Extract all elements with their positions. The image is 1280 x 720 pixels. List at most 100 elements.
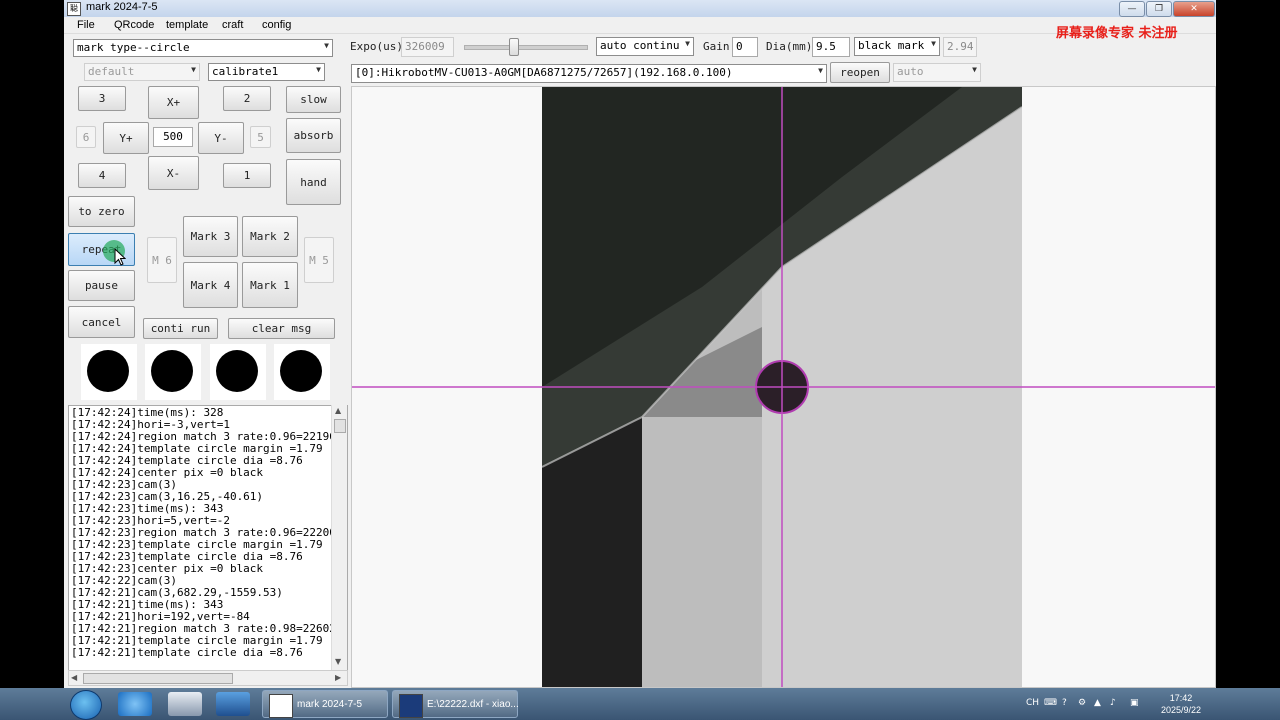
scroll-thumb[interactable]	[334, 419, 346, 433]
mark-1-button[interactable]: Mark 1	[242, 262, 298, 308]
circle-mark-icon	[87, 350, 129, 392]
dropdown-arrow-icon: ▼	[316, 65, 321, 74]
taskbar-task-mark[interactable]: mark 2024-7-5	[262, 690, 388, 718]
crosshair-overlay	[352, 87, 1215, 687]
menu-config[interactable]: config	[262, 19, 291, 31]
volume-icon[interactable]: ♪	[1110, 698, 1116, 708]
profile-value: default	[88, 65, 135, 78]
scroll-left-icon[interactable]: ◀	[71, 673, 77, 682]
scroll-up-icon[interactable]: ▲	[335, 406, 341, 415]
jog-4-button[interactable]: 4	[78, 163, 126, 188]
mark-color-select[interactable]: black mark ▼	[854, 37, 940, 56]
cancel-button[interactable]: cancel	[68, 306, 135, 338]
language-indicator[interactable]: CH	[1026, 698, 1039, 708]
menu-qrcode[interactable]: QRcode	[114, 19, 154, 31]
explorer-icon[interactable]	[168, 692, 202, 716]
circle-mark-icon	[280, 350, 322, 392]
menu-bar: File QRcode template craft config	[64, 17, 1216, 34]
dropdown-arrow-icon: ▼	[324, 41, 329, 50]
slow-button[interactable]: slow	[286, 86, 341, 113]
start-button[interactable]	[70, 690, 102, 720]
scroll-down-icon[interactable]: ▼	[335, 657, 341, 666]
mark-2-button[interactable]: Mark 2	[242, 216, 298, 257]
clock-date: 2025/9/22	[1160, 705, 1202, 715]
dropdown-arrow-icon: ▼	[972, 65, 977, 74]
clock-time: 17:42	[1169, 693, 1193, 703]
step-input[interactable]: 500	[153, 127, 193, 147]
jog-2-button[interactable]: 2	[223, 86, 271, 111]
mark-type-value: mark type--circle	[77, 41, 190, 54]
expo-slider-track[interactable]	[464, 45, 588, 50]
trigger-mode-value: auto	[897, 65, 924, 78]
window-title: mark 2024-7-5	[86, 1, 158, 13]
jog-1-button[interactable]: 1	[223, 163, 271, 188]
circle-mark-icon	[216, 350, 258, 392]
y-plus-button[interactable]: Y+	[103, 122, 149, 154]
taskbar-clock[interactable]: 17:42 2025/9/22	[1150, 692, 1212, 716]
mark-3-button[interactable]: Mark 3	[183, 216, 238, 257]
y-minus-button[interactable]: Y-	[198, 122, 244, 154]
clear-msg-button[interactable]: clear msg	[228, 318, 335, 339]
keyboard-icon[interactable]: ⌨	[1044, 698, 1057, 708]
calibrate-select[interactable]: calibrate1 ▼	[208, 63, 325, 81]
close-button[interactable]: ✕	[1173, 1, 1215, 17]
recorder-watermark: 屏幕录像专家 未注册	[1056, 26, 1178, 41]
pause-button[interactable]: pause	[68, 270, 135, 301]
dropdown-arrow-icon: ▼	[818, 66, 823, 75]
message-log[interactable]: [17:42:24]time(ms): 328 [17:42:24]hori=-…	[68, 405, 348, 672]
ie-icon[interactable]	[118, 692, 152, 716]
cad-app-icon	[399, 694, 423, 718]
ratio-readout: 2.94	[943, 37, 977, 57]
profile-select: default ▼	[84, 63, 200, 81]
camera-view[interactable]	[351, 86, 1216, 688]
jog-6-button: 6	[76, 126, 96, 148]
expo-slider-thumb[interactable]	[509, 38, 519, 56]
menu-craft[interactable]: craft	[222, 19, 243, 31]
acquisition-mode-select[interactable]: auto continu ▼	[596, 37, 694, 56]
camera-device-value: [0]:HikrobotMV-CU013-A0GM[DA6871275/7265…	[355, 66, 733, 79]
mark-4-button[interactable]: Mark 4	[183, 262, 238, 308]
app-icon	[269, 694, 293, 718]
gain-input[interactable]: 0	[732, 37, 758, 57]
m6-button: M 6	[147, 237, 177, 283]
reopen-button[interactable]: reopen	[830, 62, 890, 83]
absorb-button[interactable]: absorb	[286, 118, 341, 153]
mark-thumbnail	[81, 344, 137, 400]
maximize-button[interactable]: ❐	[1146, 1, 1172, 17]
mark-type-select[interactable]: mark type--circle ▼	[73, 39, 333, 57]
network-icon[interactable]: ▣	[1130, 698, 1139, 708]
hand-button[interactable]: hand	[286, 159, 341, 205]
scroll-thumb[interactable]	[83, 673, 233, 684]
minimize-button[interactable]: —	[1119, 1, 1145, 17]
mark-thumbnail	[145, 344, 201, 400]
log-vertical-scrollbar[interactable]: ▲ ▼	[331, 405, 347, 670]
camera-device-select[interactable]: [0]:HikrobotMV-CU013-A0GM[DA6871275/7265…	[351, 64, 827, 83]
mark-thumbnail	[210, 344, 266, 400]
taskbar-task-cad[interactable]: E:\22222.dxf - xiao...	[392, 690, 519, 718]
to-zero-button[interactable]: to zero	[68, 196, 135, 227]
acquisition-mode-value: auto continu	[600, 39, 680, 52]
help-icon[interactable]: ?	[1062, 698, 1067, 708]
mark-thumbnail	[274, 344, 330, 400]
desktop-icon[interactable]	[216, 692, 250, 716]
jog-3-button[interactable]: 3	[78, 86, 126, 111]
task-label: mark 2024-7-5	[297, 699, 363, 710]
x-minus-button[interactable]: X-	[148, 156, 199, 190]
m5-button: M 5	[304, 237, 334, 283]
menu-file[interactable]: File	[77, 19, 95, 31]
settings-icon[interactable]: ⚙	[1078, 698, 1086, 708]
scroll-right-icon[interactable]: ▶	[335, 673, 341, 682]
dia-input[interactable]: 9.5	[812, 37, 850, 57]
log-lines: [17:42:24]time(ms): 328 [17:42:24]hori=-…	[71, 407, 343, 659]
conti-run-button[interactable]: conti run	[143, 318, 218, 339]
tray-expand-icon[interactable]: ▲	[1094, 698, 1101, 708]
menu-template[interactable]: template	[166, 19, 208, 31]
dropdown-arrow-icon: ▼	[931, 39, 936, 48]
repeat-button[interactable]: repeat	[68, 233, 135, 266]
jog-5-button: 5	[250, 126, 271, 148]
title-bar: 聪 mark 2024-7-5 — ❐ ✕	[64, 0, 1216, 18]
x-plus-button[interactable]: X+	[148, 86, 199, 119]
dia-label: Dia(mm)	[766, 40, 813, 53]
log-horizontal-scrollbar[interactable]: ◀ ▶	[68, 670, 348, 686]
mark-color-value: black mark	[858, 39, 925, 52]
